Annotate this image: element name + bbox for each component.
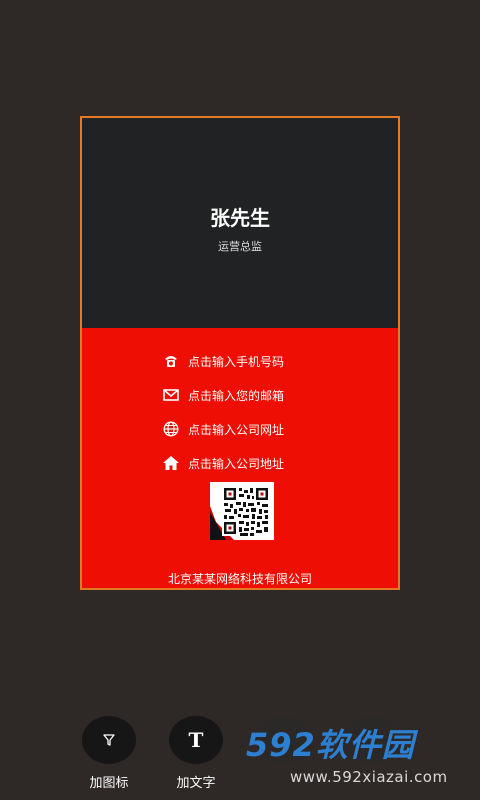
- company-name[interactable]: 北京某某网络科技有限公司: [82, 570, 398, 587]
- watermark-url: www.592xiazai.com: [290, 768, 448, 786]
- card-name[interactable]: 张先生: [82, 202, 398, 231]
- watermark-brand: 592软件园: [246, 726, 415, 764]
- qr-code[interactable]: [210, 482, 274, 540]
- card-info-section: 点击输入手机号码 点击输入您的邮箱 点击输入公司网址 点击输入公司地址 北京某某…: [82, 328, 398, 588]
- watermark: 592软件园 www.592xiazai.com: [246, 726, 480, 800]
- home-icon: [162, 454, 180, 472]
- add-text-label: 加文字: [176, 776, 216, 791]
- mail-icon: [162, 386, 180, 404]
- website-placeholder: 点击输入公司网址: [188, 422, 285, 437]
- card-job-title[interactable]: 运营总监: [82, 238, 398, 254]
- funnel-icon: [103, 734, 115, 746]
- add-icon-button[interactable]: 加图标: [82, 716, 136, 791]
- business-card[interactable]: 张先生 运营总监 点击输入手机号码 点击输入您的邮箱 点击输入公司网址 点击输入…: [80, 116, 400, 590]
- phone-placeholder: 点击输入手机号码: [188, 354, 285, 369]
- globe-icon: [162, 420, 180, 438]
- card-header: 张先生 运营总监: [82, 118, 398, 328]
- add-text-circle[interactable]: T: [169, 716, 223, 764]
- text-icon: T: [188, 728, 204, 752]
- phone-icon: [162, 352, 180, 370]
- website-row[interactable]: 点击输入公司网址: [162, 420, 284, 438]
- add-icon-label: 加图标: [89, 776, 129, 791]
- add-text-button[interactable]: T 加文字: [169, 716, 223, 791]
- add-icon-circle[interactable]: [82, 716, 136, 764]
- address-placeholder: 点击输入公司地址: [188, 456, 285, 471]
- email-placeholder: 点击输入您的邮箱: [188, 388, 285, 403]
- email-row[interactable]: 点击输入您的邮箱: [162, 386, 284, 404]
- address-row[interactable]: 点击输入公司地址: [162, 454, 284, 472]
- phone-row[interactable]: 点击输入手机号码: [162, 352, 284, 370]
